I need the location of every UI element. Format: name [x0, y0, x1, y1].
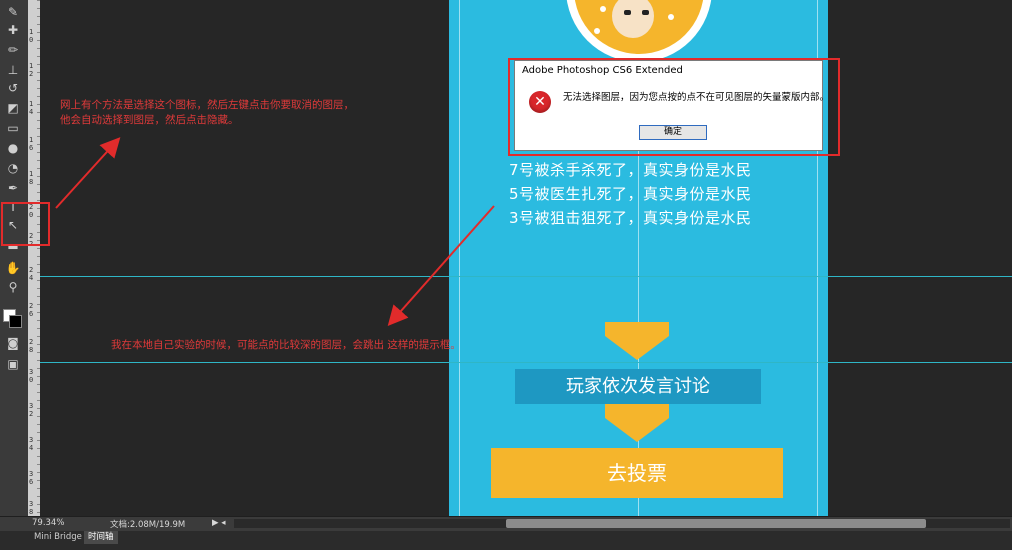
hand-icon[interactable]: ✋	[4, 260, 22, 276]
down-chevron-icon	[605, 404, 669, 418]
horizontal-scrollbar-thumb[interactable]	[506, 519, 926, 528]
panel-tabs: Mini Bridge 时间轴	[0, 531, 1012, 550]
sweat-drop	[668, 14, 674, 20]
annotation-note-top: 网上有个方法是选择这个图标，然后左键点击你要取消的图层， 他会自动选择到图层，然…	[60, 98, 354, 128]
ruler-number: 6	[29, 478, 34, 486]
tools-panel: ✎ ✚ ✏ ⊥ ↺ ◩ ▭ ● ◔ ✒ T ↖ ▬ ✋ ⚲ ◙ ▣	[0, 0, 29, 516]
avatar-eye	[642, 10, 649, 15]
ruler-number: 8	[29, 346, 34, 354]
sweat-drop	[594, 28, 600, 34]
ruler-number: 8	[29, 508, 34, 516]
game-result-line: 5号被医生扎死了，真实身份是水民	[509, 185, 752, 203]
blur-icon[interactable]: ●	[4, 140, 22, 156]
doc-info: 文档:2.08M/19.9M	[110, 520, 186, 530]
vote-button[interactable]: 去投票	[491, 448, 783, 498]
tab-mini-bridge[interactable]: Mini Bridge	[30, 531, 86, 544]
avatar-eye	[624, 10, 631, 15]
pencil-icon[interactable]: ✏	[4, 42, 22, 58]
down-chevron-icon	[605, 322, 669, 336]
discuss-banner: 玩家依次发言讨论	[515, 369, 761, 404]
error-icon: ✕	[529, 91, 551, 113]
ruler-number: 0	[29, 36, 34, 44]
ruler-number: 2	[29, 266, 34, 274]
ruler-number: 1	[29, 100, 34, 108]
down-chevron-icon	[605, 336, 669, 360]
ruler-number: 0	[29, 376, 34, 384]
ruler-number: 6	[29, 310, 34, 318]
quick-mask-icon[interactable]: ◙	[4, 335, 22, 351]
ruler-number: 1	[29, 136, 34, 144]
annotation-line: 网上有个方法是选择这个图标，然后左键点击你要取消的图层，	[60, 99, 354, 111]
ruler-number: 4	[29, 444, 34, 452]
tool-highlight-box	[1, 202, 50, 246]
ruler-number: 1	[29, 170, 34, 178]
eraser-icon[interactable]: ◩	[4, 100, 22, 116]
down-chevron-icon	[605, 418, 669, 442]
ruler-number: 2	[29, 302, 34, 310]
screen-mode-icon[interactable]: ▣	[4, 356, 22, 372]
history-brush-icon[interactable]: ↺	[4, 80, 22, 96]
sweat-drop	[600, 6, 606, 12]
ruler-number: 3	[29, 500, 34, 508]
ruler-number: 3	[29, 402, 34, 410]
guide-horizontal	[40, 362, 1012, 363]
ruler-number: 4	[29, 274, 34, 282]
zoom-icon[interactable]: ⚲	[4, 279, 22, 295]
gradient-icon[interactable]: ▭	[4, 120, 22, 136]
ruler-number: 1	[29, 62, 34, 70]
dialog-message: 无法选择图层，因为您点按的点不在可见图层的矢量蒙版内部。	[563, 92, 830, 103]
tab-timeline[interactable]: 时间轴	[84, 531, 118, 544]
guide-vertical	[459, 0, 460, 516]
ruler-number: 6	[29, 144, 34, 152]
annotation-line: 他会自动选择到图层，然后点击隐藏。	[60, 114, 239, 126]
healing-icon[interactable]: ✚	[4, 22, 22, 38]
dialog-ok-button[interactable]: 确定	[639, 125, 707, 140]
ruler-number: 1	[29, 28, 34, 36]
ruler-number: 3	[29, 436, 34, 444]
guide-horizontal	[40, 276, 1012, 277]
ruler-number: 3	[29, 368, 34, 376]
dialog-title: Adobe Photoshop CS6 Extended	[522, 65, 683, 76]
ruler-number: 2	[29, 70, 34, 78]
dodge-icon[interactable]: ◔	[4, 160, 22, 176]
pen-icon[interactable]: ✒	[4, 180, 22, 196]
annotation-note-bottom: 我在本地自己实验的时候，可能点的比较深的图层，会跳出 这样的提示框。	[111, 339, 461, 351]
ruler-number: 3	[29, 470, 34, 478]
ruler-number: 8	[29, 178, 34, 186]
ruler-number: 4	[29, 108, 34, 116]
status-menu-icon[interactable]: ▶ ◂	[212, 518, 226, 528]
ruler-number: 2	[29, 410, 34, 418]
brush-icon[interactable]: ✎	[4, 4, 22, 20]
background-color-swatch[interactable]	[9, 315, 22, 328]
game-result-line: 7号被杀手杀死了，真实身份是水民	[509, 161, 752, 179]
status-bar: 79.34% 文档:2.08M/19.9M ▶ ◂	[0, 516, 1012, 531]
ruler-number: 2	[29, 338, 34, 346]
error-dialog: Adobe Photoshop CS6 Extended ✕ 无法选择图层，因为…	[514, 60, 829, 151]
game-result-line: 3号被狙击狙死了，真实身份是水民	[509, 209, 752, 227]
stamp-icon[interactable]: ⊥	[4, 62, 22, 78]
zoom-level[interactable]: 79.34%	[32, 518, 64, 528]
